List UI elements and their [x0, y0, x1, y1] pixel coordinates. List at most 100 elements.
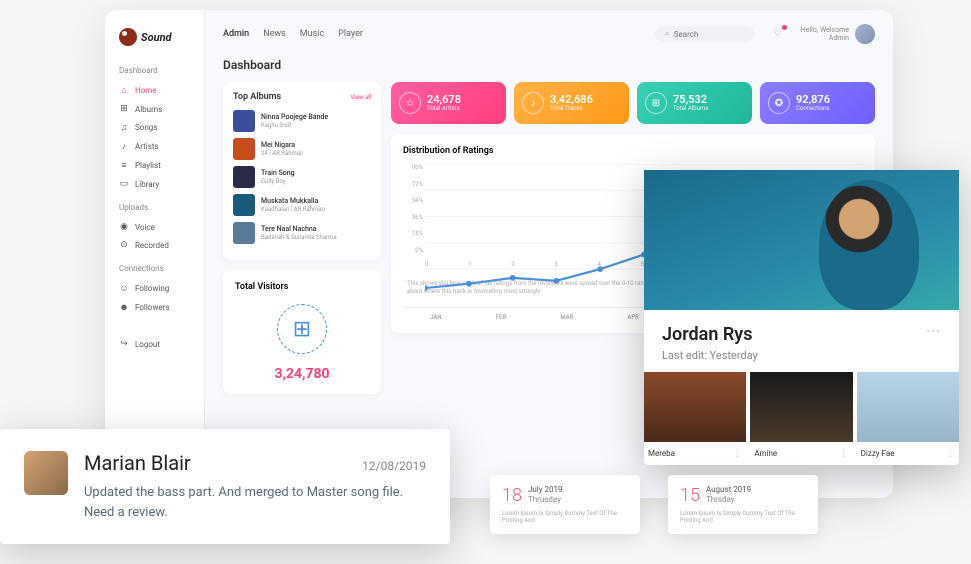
stat-connections[interactable]: ✪ 92,876Connections: [760, 82, 875, 124]
search-box[interactable]: ⌕: [655, 26, 755, 42]
thumb-more-icon[interactable]: ⋮: [839, 448, 849, 459]
chart-title: Distribution of Ratings: [403, 146, 863, 156]
y-tick: 0%: [403, 247, 423, 254]
artist-thumb[interactable]: Dizzy Fae⋮: [857, 372, 959, 465]
album-row[interactable]: Train SongGully Boy: [233, 166, 371, 188]
artist-thumbs-row: Mereba ⋮ Amine⋮ Dizzy Fae⋮: [644, 372, 959, 465]
album-row[interactable]: Ninna Poojege BandeRaghu Dixit: [233, 110, 371, 132]
album-title: Train Song: [261, 169, 295, 177]
search-input[interactable]: [674, 30, 734, 39]
album-title: Muskata Mukkalla: [261, 197, 325, 205]
sidebar-item-library[interactable]: ▭Library: [119, 175, 204, 193]
thumb-more-icon[interactable]: ⋮: [945, 448, 955, 459]
month-label[interactable]: MAR: [560, 314, 573, 321]
nav-news[interactable]: News: [263, 29, 286, 39]
album-artist: Raghu Dixit: [261, 122, 328, 129]
sidebar: Sound Dashboard ⌂ Home ⊞ Albums ♫Songs ♪Ar…: [105, 10, 205, 498]
total-visitors-card: Total Visitors ⊞ 3,24,780: [223, 270, 381, 394]
track-icon: ♪: [522, 92, 544, 114]
sidebar-label: Home: [135, 86, 157, 95]
sidebar-item-artists[interactable]: ♪Artists: [119, 137, 204, 156]
event-card[interactable]: 15 August 2019 Thrsday Lorem Ipsum Is Si…: [668, 475, 818, 534]
thumb-image: [644, 372, 746, 442]
sidebar-item-albums[interactable]: ⊞ Albums: [119, 100, 204, 118]
sidebar-label: Songs: [135, 123, 157, 132]
artist-thumb[interactable]: Mereba ⋮: [644, 372, 746, 465]
month-label[interactable]: FEB: [496, 314, 506, 321]
stat-label: Total Albums: [673, 105, 708, 112]
stat-total-tracks[interactable]: ♪ 3,42,686Total Tracks: [514, 82, 629, 124]
page-title: Dashboard: [223, 58, 875, 72]
artist-thumb[interactable]: Amine⋮: [750, 372, 852, 465]
album-row[interactable]: Muskata MukkallaKaadhalan | AR Rahman: [233, 194, 371, 216]
event-weekday: Thrusday: [528, 495, 563, 504]
comment-text: Updated the bass part. And merged to Mas…: [84, 483, 426, 522]
more-options-button[interactable]: ⋮: [925, 324, 941, 339]
sidebar-label: Playlist: [135, 161, 161, 170]
stat-total-albums[interactable]: ⊞75,532Total Albums: [637, 82, 752, 124]
comment-date: 12/08/2019: [362, 459, 426, 473]
voice-icon: ◉: [119, 222, 129, 232]
x-tick: 2: [511, 261, 514, 268]
album-row[interactable]: Tere Naal NachnaBadshah & Sunanda Sharma: [233, 222, 371, 244]
event-desc: Lorem Ipsum Is Simply Dummy Text Of The …: [502, 510, 628, 524]
following-icon: ☺: [119, 283, 129, 294]
x-tick: 0: [425, 261, 428, 268]
album-row[interactable]: Mei Nigara24 | AR Rahman: [233, 138, 371, 160]
thumb-image: [857, 372, 959, 442]
stat-label: Total Artists: [427, 105, 461, 112]
star-icon: ☆: [399, 92, 421, 114]
visitors-icon: ⊞: [277, 304, 327, 354]
search-icon: ⌕: [665, 29, 670, 39]
nav-player[interactable]: Player: [338, 29, 363, 39]
comment-overlay-card: Marian Blair 12/08/2019 Updated the bass…: [0, 429, 450, 544]
sidebar-label: Albums: [135, 105, 162, 114]
sidebar-item-playlist[interactable]: ≡Playlist: [119, 156, 204, 175]
top-nav: Admin News Music Player: [223, 29, 363, 39]
sidebar-section-dashboard: Dashboard: [119, 66, 204, 75]
sidebar-item-recorded[interactable]: ⊙Recorded: [119, 236, 204, 254]
album-artist: Badshah & Sunanda Sharma: [261, 234, 337, 241]
stat-total-artists[interactable]: ☆24,678Total Artists: [391, 82, 506, 124]
sidebar-item-following[interactable]: ☺Following: [119, 279, 204, 298]
album-title: Ninna Poojege Bande: [261, 113, 328, 121]
y-tick: 18%: [403, 230, 423, 237]
sidebar-section-uploads: Uploads: [119, 203, 204, 212]
event-card[interactable]: 18 July 2019 Thrusday Lorem Ipsum Is Sim…: [490, 475, 640, 534]
month-label[interactable]: APR: [627, 314, 638, 321]
connections-icon: ✪: [768, 92, 790, 114]
albums-icon: ⊞: [119, 104, 129, 114]
nav-admin[interactable]: Admin: [223, 29, 249, 39]
nav-music[interactable]: Music: [300, 29, 324, 39]
sidebar-item-songs[interactable]: ♫Songs: [119, 118, 204, 137]
visitors-title: Total Visitors: [235, 282, 369, 292]
album-artist: Gully Boy: [261, 178, 295, 185]
view-all-link[interactable]: View all: [350, 94, 371, 101]
stats-row: ☆24,678Total Artists ♪ 3,42,686Total Trac…: [391, 82, 875, 124]
sidebar-item-logout[interactable]: ↪Logout: [119, 335, 204, 353]
sidebar-label: Library: [135, 180, 159, 189]
album-thumb-icon: [233, 110, 255, 132]
stat-label: Total Tracks: [550, 105, 593, 112]
album-artist: Kaadhalan | AR Rahman: [261, 206, 325, 213]
user-menu[interactable]: Hello, Welcome Admin: [801, 24, 875, 44]
month-label[interactable]: JAN: [430, 314, 441, 321]
stat-label: Connections: [796, 105, 830, 112]
sidebar-item-home[interactable]: ⌂ Home: [119, 81, 204, 100]
brand-logo[interactable]: Sound: [119, 28, 204, 46]
sidebar-label: Artists: [135, 142, 159, 151]
recorded-icon: ⊙: [119, 240, 129, 250]
album-thumb-icon: [233, 222, 255, 244]
home-icon: ⌂: [119, 85, 129, 96]
thumb-name: Mereba: [648, 449, 675, 458]
notifications-button[interactable]: ♡: [771, 27, 785, 41]
stat-value: 3,42,686: [550, 94, 593, 105]
event-month: August 2019: [706, 485, 751, 495]
thumb-more-icon[interactable]: ⋮: [732, 448, 742, 459]
y-tick: 72%: [403, 181, 423, 188]
event-month: July 2019: [528, 485, 563, 495]
stat-value: 92,876: [796, 94, 830, 105]
album-artist: 24 | AR Rahman: [261, 150, 303, 157]
sidebar-item-voice[interactable]: ◉Voice: [119, 218, 204, 236]
sidebar-item-followers[interactable]: ☻Followers: [119, 298, 204, 317]
